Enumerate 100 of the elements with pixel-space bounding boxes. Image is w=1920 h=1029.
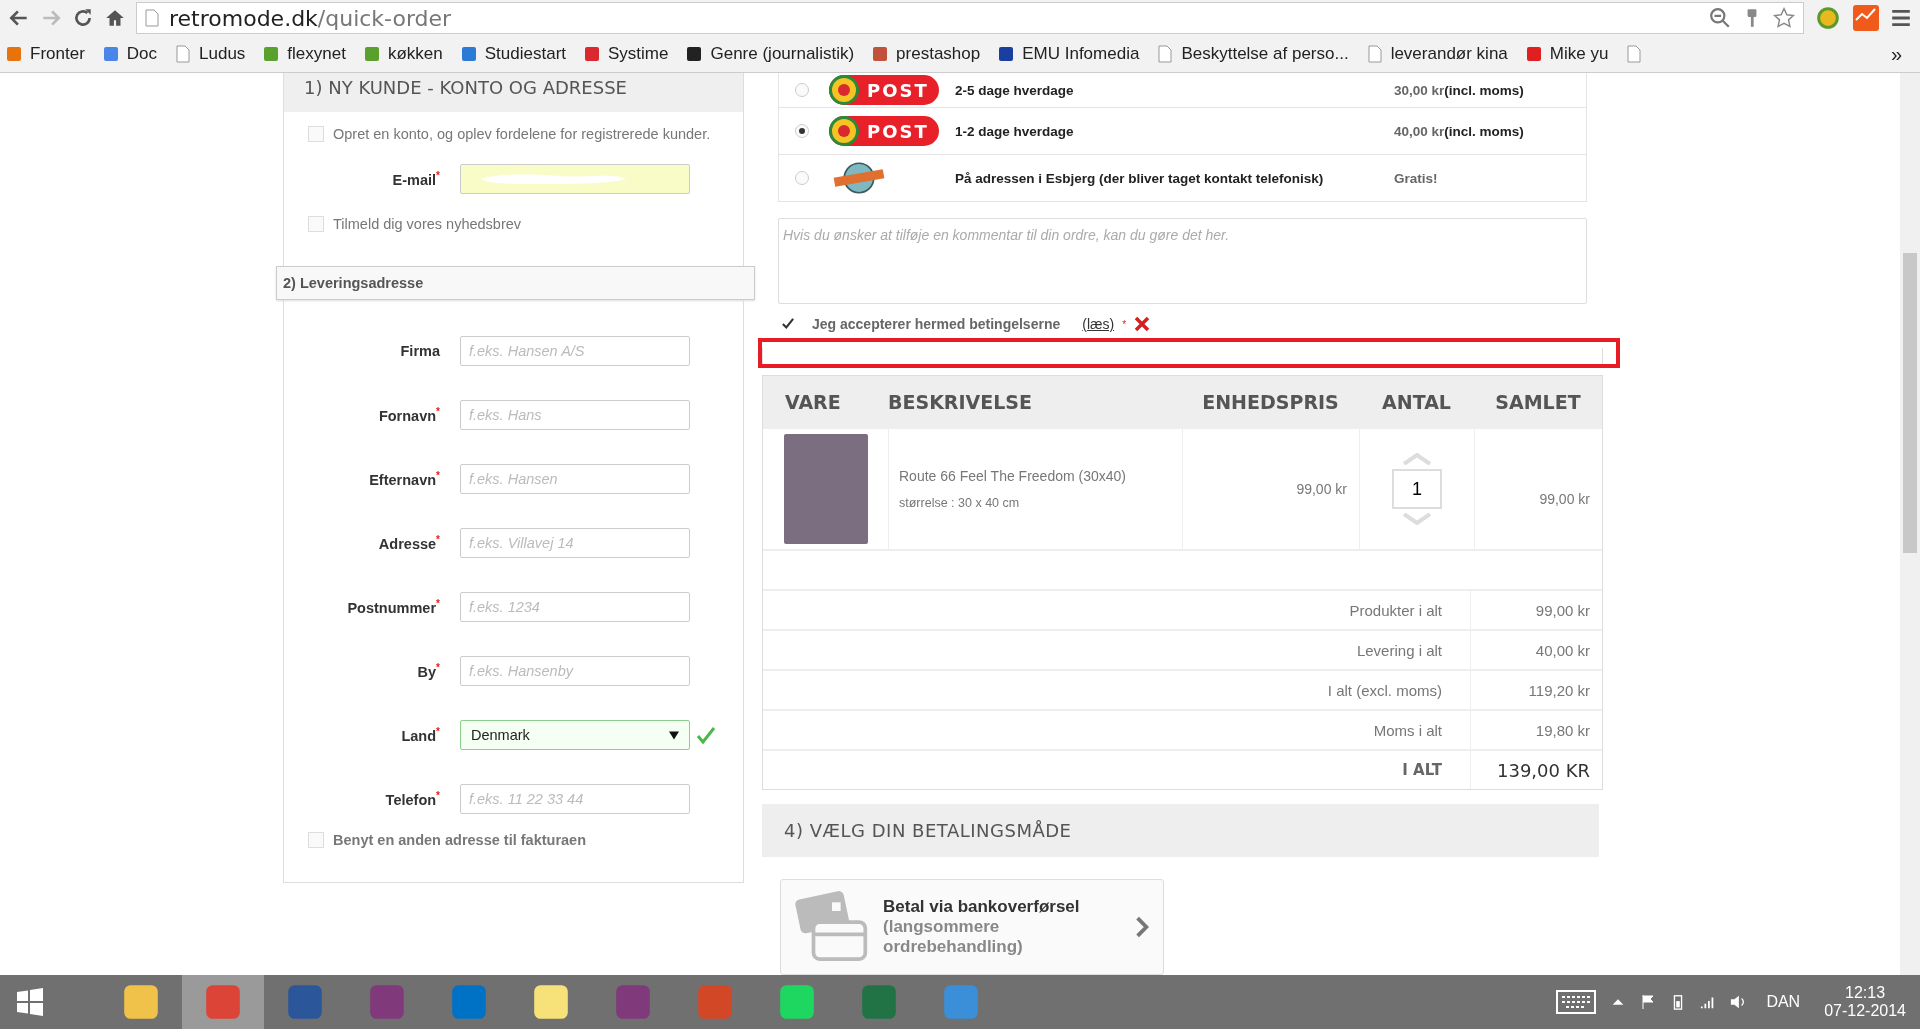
- product-attribute: størrelse : 30 x 40 cm: [899, 496, 1021, 510]
- total-value: 40,00 kr: [1534, 641, 1591, 659]
- section-title: 1) NY KUNDE - KONTO OG ADRESSE: [284, 73, 743, 112]
- text-field[interactable]: f.eks. Hans: [460, 400, 690, 430]
- language-indicator[interactable]: DAN: [1766, 993, 1801, 1011]
- radio-button[interactable]: [795, 171, 809, 185]
- column-header: ANTAL: [1381, 391, 1452, 413]
- field-label: Postnummer$^{*}$: [346, 598, 441, 616]
- terms-label: Jeg accepterer hermed betingelserne: [812, 316, 1061, 332]
- zoom-icon[interactable]: [1709, 7, 1731, 29]
- menu-icon[interactable]: [1890, 7, 1912, 29]
- more-bookmarks[interactable]: »: [1890, 42, 1914, 66]
- page-icon: [1626, 45, 1643, 63]
- shipping-description: På adressen i Esbjerg (der bliver taget kontakt telefonisk): [955, 170, 1325, 186]
- checkbox[interactable]: [782, 317, 796, 331]
- caret-icon: [669, 730, 679, 740]
- field-label: By$^{*}$: [416, 662, 441, 680]
- reload-icon[interactable]: [72, 7, 94, 29]
- field-label: Firma: [399, 343, 441, 359]
- checkbox-label: Benyt en anden adresse til fakturaen: [333, 832, 587, 848]
- text-field[interactable]: f.eks. Hansenby: [460, 656, 690, 686]
- field-label: Adresse$^{*}$: [377, 534, 441, 552]
- total-value: 139,00 KR: [1496, 759, 1591, 781]
- star-icon[interactable]: [1773, 7, 1795, 29]
- terms-link[interactable]: (læs): [1082, 316, 1115, 332]
- address-bar[interactable]: retromode.dk/quick-order: [136, 2, 1804, 34]
- column-header: SAMLET: [1494, 391, 1582, 413]
- field-label: Fornavn$^{*}$: [377, 406, 441, 424]
- section-title: 2) Leveringsadresse: [276, 266, 755, 300]
- checkbox[interactable]: [308, 126, 324, 142]
- field-label: Land$^{*}$: [400, 726, 441, 744]
- email-field[interactable]: [460, 164, 690, 194]
- post-logo: POST: [829, 116, 939, 146]
- total-value: 99,00 kr: [1534, 601, 1591, 619]
- text-field[interactable]: f.eks. Hansen: [460, 464, 690, 494]
- extension-icon[interactable]: [1852, 4, 1880, 32]
- column-header: VARE: [784, 391, 842, 413]
- total-label: Moms i alt: [763, 711, 1471, 749]
- page-icon: [145, 9, 159, 27]
- post-logo: POST: [829, 75, 939, 105]
- field-label: E-mail$^{*}$: [391, 170, 441, 188]
- extension-icon[interactable]: [1814, 4, 1842, 32]
- total-label: I ALT: [763, 751, 1471, 789]
- text-field[interactable]: f.eks. 1234: [460, 592, 690, 622]
- checkbox-label: Opret en konto, og oplev fordelene for registrerede kunder.: [333, 126, 711, 142]
- scrollbar[interactable]: [1900, 73, 1920, 975]
- shipping-price: 30,00 kr(incl. moms): [1394, 82, 1525, 98]
- field-label: Telefon$^{*}$: [384, 790, 441, 808]
- column-header: ENHEDSPRIS: [1201, 391, 1340, 413]
- shipping-description: 1-2 dage hverdage: [955, 123, 1075, 139]
- chevron-right-icon: [1135, 916, 1149, 938]
- text-field[interactable]: f.eks. 11 22 33 44: [460, 784, 690, 814]
- payment-option[interactable]: Betal via bankoverførsel (langsommere ordrebehandling): [780, 879, 1164, 975]
- total-value: 119,20 kr: [1527, 681, 1591, 699]
- radio-button[interactable]: [795, 124, 809, 138]
- bookmark[interactable]: Beskyttelse af perso...: [1157, 44, 1349, 64]
- page-icon: [175, 45, 192, 63]
- checkbox[interactable]: [308, 216, 324, 232]
- checkbox-label: Tilmeld dig vores nyhedsbrev: [333, 216, 522, 232]
- bookmark[interactable]: prestashop: [872, 44, 981, 64]
- bookmark[interactable]: Genre (journalistik): [686, 44, 855, 64]
- required-mark: *: [1122, 318, 1127, 330]
- product-name: Route 66 Feel The Freedom (30x40): [899, 468, 1127, 484]
- section-title: 4) VÆLG DIN BETALINGSMÅDE: [762, 804, 1599, 857]
- shipping-price: Gratis!: [1394, 170, 1439, 186]
- bookmark[interactable]: EMU Infomedia: [998, 44, 1140, 64]
- total-label: Levering i alt: [763, 631, 1471, 669]
- field-label: Efternavn$^{*}$: [368, 470, 441, 488]
- item-total: 99,00 kr: [1539, 491, 1590, 507]
- page-icon: [1366, 45, 1383, 63]
- shipping-description: 2-5 dage hverdage: [955, 82, 1075, 98]
- total-label: I alt (excl. moms): [763, 671, 1471, 709]
- radio-button[interactable]: [795, 83, 809, 97]
- checkbox[interactable]: [308, 832, 324, 848]
- bookmark[interactable]: Fronter: [6, 44, 85, 64]
- bookmark[interactable]: køkken: [363, 44, 443, 64]
- bookmark[interactable]: Mike yu: [1525, 44, 1609, 64]
- bookmark[interactable]: Systime: [584, 44, 669, 64]
- credit-card-icon: [795, 890, 869, 964]
- page-icon: [1157, 45, 1174, 63]
- column-header: BESKRIVELSE: [888, 391, 1034, 413]
- bookmark[interactable]: Studiestart: [460, 44, 566, 64]
- total-value: 19,80 kr: [1534, 721, 1591, 739]
- clock[interactable]: 12:13 07-12-2014: [1824, 984, 1906, 1020]
- quantity-field[interactable]: 1: [1392, 469, 1442, 509]
- bookmark[interactable]: Ludus: [175, 44, 246, 64]
- keyboard-icon[interactable]: [1556, 990, 1597, 1014]
- total-label: Produkter i alt: [763, 591, 1471, 629]
- bookmark[interactable]: [1626, 45, 1643, 63]
- country-dropdown[interactable]: Denmark: [460, 720, 690, 750]
- speaker-icon[interactable]: [1730, 994, 1747, 1010]
- text-field[interactable]: f.eks. Villavej 14: [460, 528, 690, 558]
- shipping-price: 40,00 kr(incl. moms): [1394, 123, 1525, 139]
- bookmark[interactable]: flexynet: [263, 44, 346, 64]
- text-field[interactable]: f.eks. Hansen A/S: [460, 336, 690, 366]
- comment-field[interactable]: Hvis du ønsker at tilføje en kommentar til din ordre, kan du gøre det her.: [778, 218, 1587, 304]
- unit-price: 99,00 kr: [1296, 481, 1347, 497]
- bookmark[interactable]: leverandør kina: [1366, 44, 1508, 64]
- taskbar-app[interactable]: [182, 975, 264, 1029]
- bookmark[interactable]: Doc: [102, 44, 158, 64]
